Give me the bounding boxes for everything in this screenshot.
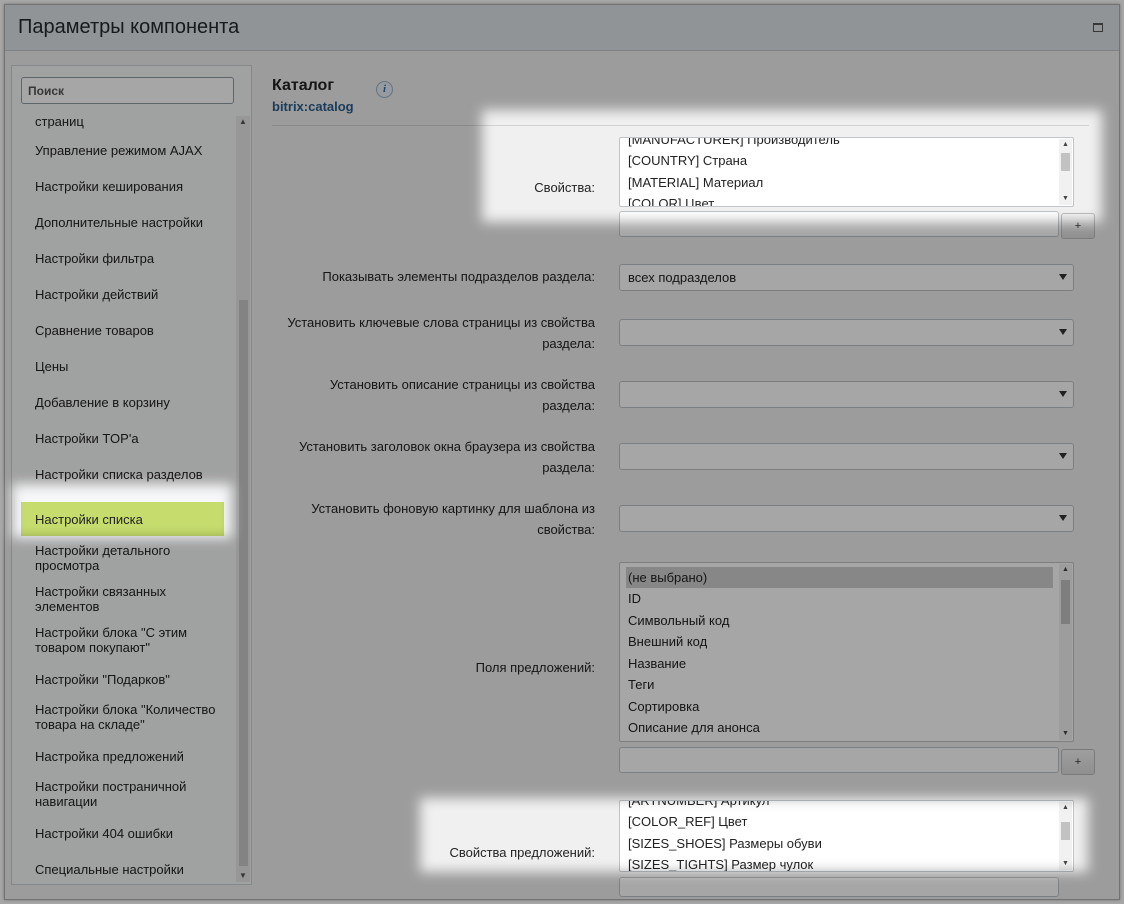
list-item[interactable]: Внешний код (626, 631, 1053, 652)
list-item[interactable]: [MATERIAL] Материал (626, 172, 1053, 193)
sidebar-item-ajax[interactable]: Управление режимом AJAX (21, 132, 224, 168)
offer-properties-multiselect[interactable]: [ARTNUMBER] Артикул [COLOR_REF] Цвет [SI… (619, 800, 1074, 872)
list-item[interactable]: Сортировка (626, 696, 1053, 717)
select-value: всех подразделов (628, 270, 737, 285)
component-title: Каталог (272, 77, 334, 94)
list-item[interactable]: [SIZES_TIGHTS] Размер чулок (626, 854, 1053, 871)
offer-properties-label: Свойства предложений: (449, 845, 595, 860)
dialog-titlebar: Параметры компонента (5, 5, 1119, 51)
sidebar-item-bought-together[interactable]: Настройки блока "С этим товаром покупают… (21, 622, 224, 658)
sidebar-item-special[interactable]: Специальные настройки (21, 851, 224, 880)
listbox-scrollbar[interactable]: ▲ ▼ (1059, 802, 1072, 870)
listbox-scrollbar[interactable]: ▲ ▼ (1059, 564, 1072, 740)
header-divider (272, 125, 1089, 126)
chevron-down-icon (1059, 453, 1067, 459)
meta-keywords-label: Установить ключевые слова страницы из св… (287, 315, 595, 351)
background-image-select[interactable] (619, 505, 1074, 532)
show-subsection-label: Показывать элементы подразделов раздела: (322, 269, 595, 284)
scroll-up-icon[interactable]: ▲ (1059, 802, 1072, 814)
sidebar-item-filter[interactable]: Настройки фильтра (21, 240, 224, 276)
sidebar-item-compare[interactable]: Сравнение товаров (21, 312, 224, 348)
sidebar-item-cache[interactable]: Настройки кеширования (21, 168, 224, 204)
sidebar-item-gifts[interactable]: Настройки "Подарков" (21, 661, 224, 697)
list-item[interactable]: [COLOR_REF] Цвет (626, 811, 1053, 832)
sidebar-item-basket[interactable]: Добавление в корзину (21, 384, 224, 420)
sidebar-item-related[interactable]: Настройки связанных элементов (21, 581, 224, 617)
offer-properties-extra-input[interactable] (619, 877, 1059, 897)
scroll-up-icon[interactable]: ▲ (236, 116, 250, 128)
show-subsection-select[interactable]: всех подразделов (619, 264, 1074, 291)
offer-fields-multiselect[interactable]: (не выбрано) ID Символьный код Внешний к… (619, 562, 1074, 742)
list-item[interactable]: [ARTNUMBER] Артикул (626, 801, 1053, 811)
sidebar-item-actions[interactable]: Настройки действий (21, 276, 224, 312)
properties-extra-input[interactable] (619, 211, 1059, 237)
sections-nav: страниц Управление режимом AJAX Настройк… (12, 110, 234, 880)
scroll-down-icon[interactable]: ▼ (1059, 858, 1072, 870)
sidebar-item-prices[interactable]: Цены (21, 348, 224, 384)
sidebar-item-detail[interactable]: Настройки детального просмотра (21, 540, 224, 576)
offer-fields-label: Поля предложений: (475, 660, 595, 675)
list-item[interactable]: [COUNTRY] Страна (626, 150, 1053, 171)
sidebar-item-pagination[interactable]: Настройки постраничной навигации (21, 776, 224, 812)
scroll-up-icon[interactable]: ▲ (1059, 564, 1072, 576)
add-property-button[interactable]: + (1061, 213, 1095, 239)
background-image-label: Установить фоновую картинку для шаблона … (311, 501, 595, 537)
info-icon[interactable]: i (376, 81, 393, 98)
sidebar-item-offers[interactable]: Настройка предложений (21, 738, 224, 774)
list-item[interactable]: Теги (626, 674, 1053, 695)
list-item[interactable]: Название (626, 653, 1053, 674)
listbox-scroll-thumb[interactable] (1061, 153, 1070, 171)
search-input[interactable] (21, 77, 234, 104)
chevron-down-icon (1059, 391, 1067, 397)
sidebar-item-list[interactable]: Настройки списка (21, 502, 224, 536)
sidebar-item-top[interactable]: Настройки TOP'a (21, 420, 224, 456)
sidebar-item-404[interactable]: Настройки 404 ошибки (21, 815, 224, 851)
sidebar-scroll-thumb[interactable] (239, 300, 248, 866)
maximize-icon[interactable] (1093, 23, 1103, 32)
list-item[interactable]: [COLOR] Цвет (626, 193, 1053, 206)
listbox-scrollbar[interactable]: ▲ ▼ (1059, 139, 1072, 205)
list-item[interactable]: [MANUFACTURER] Производитель (626, 138, 1053, 150)
dialog-title: Параметры компонента (18, 16, 240, 38)
listbox-scroll-thumb[interactable] (1061, 580, 1070, 624)
sidebar-item-section-list[interactable]: Настройки списка разделов (21, 456, 224, 492)
scroll-down-icon[interactable]: ▼ (1059, 728, 1072, 740)
browser-title-select[interactable] (619, 443, 1074, 470)
list-item[interactable]: (не выбрано) (626, 567, 1053, 588)
scroll-down-icon[interactable]: ▼ (236, 870, 250, 882)
meta-keywords-select[interactable] (619, 319, 1074, 346)
sidebar-item-additional[interactable]: Дополнительные настройки (21, 204, 224, 240)
list-item[interactable]: [SIZES_SHOES] Размеры обуви (626, 833, 1053, 854)
properties-label: Свойства: (534, 180, 595, 195)
component-settings-dialog: Параметры компонента страниц Управление … (4, 4, 1120, 900)
sidebar-item-pages-tail[interactable]: страниц (21, 110, 224, 132)
properties-multiselect[interactable]: [MANUFACTURER] Производитель [COUNTRY] С… (619, 137, 1074, 207)
sections-sidebar: страниц Управление режимом AJAX Настройк… (11, 65, 252, 885)
listbox-scroll-thumb[interactable] (1061, 822, 1070, 840)
list-item[interactable]: Символьный код (626, 610, 1053, 631)
scroll-up-icon[interactable]: ▲ (1059, 139, 1072, 151)
list-item[interactable]: ID (626, 588, 1053, 609)
add-offer-field-button[interactable]: + (1061, 749, 1095, 775)
chevron-down-icon (1059, 515, 1067, 521)
browser-title-label: Установить заголовок окна браузера из св… (298, 439, 595, 475)
scroll-down-icon[interactable]: ▼ (1059, 193, 1072, 205)
component-code: bitrix:catalog (272, 99, 354, 114)
offer-fields-extra-input[interactable] (619, 747, 1059, 773)
settings-content: Каталог i bitrix:catalog Свойства: [MANU… (267, 51, 1119, 899)
sidebar-item-store-amount[interactable]: Настройки блока "Количество товара на ск… (21, 699, 224, 735)
sidebar-scrollbar[interactable]: ▲ ▼ (236, 116, 250, 882)
chevron-down-icon (1059, 274, 1067, 280)
meta-description-select[interactable] (619, 381, 1074, 408)
list-item[interactable]: Описание для анонса (626, 717, 1053, 738)
chevron-down-icon (1059, 329, 1067, 335)
meta-description-label: Установить описание страницы из свойства… (329, 377, 595, 413)
